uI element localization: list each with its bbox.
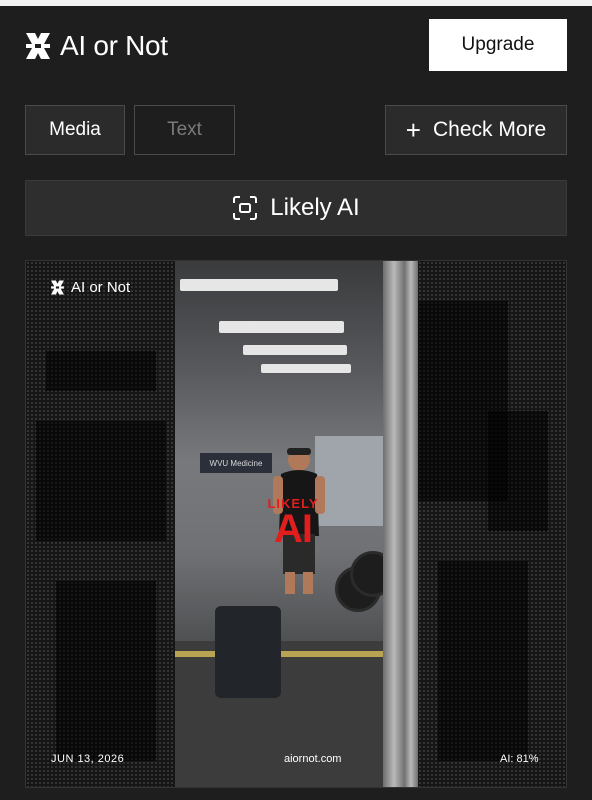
check-more-label: Check More [432,118,547,141]
app-name: AI or Not [60,30,168,61]
watermark-ai-score: AI: 81% [500,753,539,765]
app-logo[interactable]: AI or Not [24,30,168,62]
verdict-bar: Likely AI [25,180,567,236]
check-more-button[interactable]: + Check More [385,105,567,155]
analyzed-image-card: WVU Medicine LIKELY AI AI or Not JUN 13,… [25,260,567,788]
scan-icon [233,196,258,220]
watermark-site: aiornot.com [284,753,342,765]
ai-or-not-logo-icon [26,33,50,59]
image-side-panel-right [418,261,566,787]
verdict-label: Likely AI [270,194,360,221]
wall-banner: WVU Medicine [200,453,272,473]
tab-media[interactable]: Media [25,105,125,155]
watermark-logo-text: AI or Not [71,279,131,296]
ai-or-not-logo-icon [51,280,64,295]
likely-ai-stamp: LIKELY AI [258,496,328,551]
app-header: AI or Not Upgrade [0,6,592,86]
plus-icon: + [405,115,421,145]
watermark-date: JUN 13, 2026 [51,753,125,765]
tab-text[interactable]: Text [134,105,235,155]
watermark-logo: AI or Not [50,279,130,296]
upgrade-button[interactable]: Upgrade [429,19,567,71]
stamp-ai-text: AI [274,507,313,551]
image-side-panel-left [26,261,175,787]
